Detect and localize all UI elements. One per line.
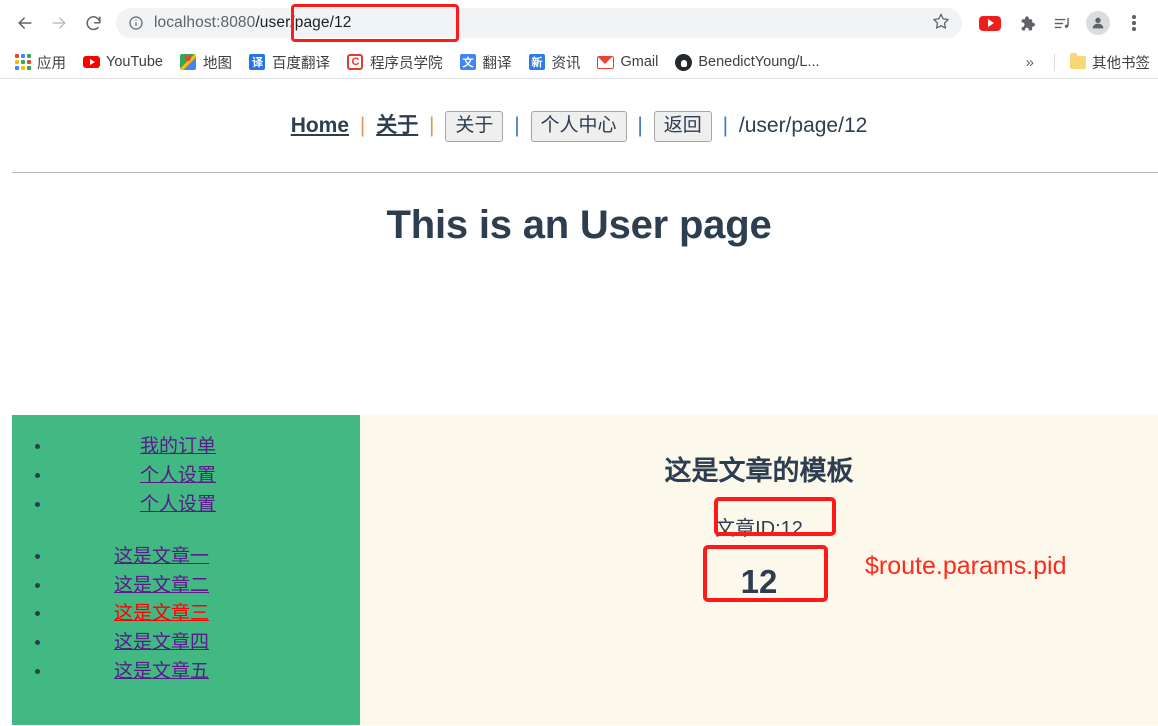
bookmarks-divider	[1054, 53, 1055, 71]
bookmark-label: 程序员学院	[369, 55, 443, 72]
list-item: 个人设置	[52, 491, 360, 520]
sidebar-item-my-orders[interactable]: 我的订单	[140, 436, 216, 457]
extensions-puzzle-icon[interactable]	[1010, 7, 1042, 39]
nav-separator: |	[722, 113, 729, 137]
nav-separator: |	[637, 113, 643, 137]
bookmark-baidu-translate[interactable]: 译 百度翻译	[249, 52, 330, 73]
bookmark-github[interactable]: BenedictYoung/L...	[675, 53, 820, 71]
google-maps-icon	[180, 54, 197, 71]
bookmarks-overflow-area: » 其他书签	[1020, 52, 1150, 73]
page-title: This is an User page	[386, 202, 772, 247]
page-viewport: Home | 关于 | 关于 | 个人中心 | 返回 | /user/page/…	[0, 79, 1158, 725]
list-item: 这是文章一	[52, 543, 360, 572]
address-bar[interactable]: localhost:8080/user/page/12	[116, 8, 962, 38]
route-params-annotation-label: $route.params.pid	[865, 552, 1067, 580]
gmail-icon	[597, 54, 615, 71]
user-layout: 我的订单 个人设置 个人设置 这是文章一 这是文章二 这是文章三	[12, 415, 1158, 725]
user-sidebar: 我的订单 个人设置 个人设置 这是文章一 这是文章二 这是文章三	[12, 415, 360, 725]
nav-separator: |	[429, 113, 435, 137]
back-button[interactable]	[8, 6, 42, 40]
folder-icon	[1069, 52, 1086, 71]
youtube-icon	[83, 54, 100, 71]
sidebar-item-article-2[interactable]: 这是文章二	[114, 575, 209, 596]
bookmark-label: 应用	[37, 55, 66, 72]
bookmark-maps[interactable]: 地图	[180, 52, 232, 73]
star-icon[interactable]	[922, 12, 950, 35]
sidebar-item-article-3-active[interactable]: 这是文章三	[114, 603, 209, 624]
apps-grid-icon	[14, 54, 31, 71]
url-path: /user/page/12	[255, 14, 352, 31]
app-nav: Home | 关于 | 关于 | 个人中心 | 返回 | /user/page/…	[0, 79, 1158, 142]
nav-separator: |	[514, 113, 520, 137]
about-button[interactable]: 关于	[445, 111, 504, 142]
csdn-icon: C	[347, 54, 364, 71]
forward-arrow-icon	[49, 13, 69, 33]
nav-separator: |	[359, 113, 366, 137]
baidu-translate-icon: 译	[249, 54, 266, 71]
youtube-icon[interactable]	[974, 7, 1006, 39]
bookmark-label: 翻译	[482, 55, 512, 72]
bookmark-youtube[interactable]: YouTube	[83, 54, 163, 71]
list-item: 我的订单	[52, 433, 360, 462]
nav-link-about[interactable]: 关于	[376, 114, 418, 137]
article-template-title: 这是文章的模板	[664, 456, 854, 486]
google-translate-glyph: 文	[459, 54, 476, 70]
bookmark-label: 资讯	[551, 55, 581, 72]
bookmark-csdn[interactable]: C 程序员学院	[347, 52, 443, 73]
list-item: 这是文章五	[52, 658, 360, 687]
github-icon	[675, 53, 693, 71]
sidebar-item-article-5[interactable]: 这是文章五	[114, 661, 209, 682]
baidu-translate-glyph: 译	[249, 54, 266, 70]
bookmark-label: 地图	[202, 55, 232, 72]
current-route-path: /user/page/12	[738, 113, 868, 137]
article-id-text: 文章ID:12	[715, 518, 803, 540]
other-bookmarks-label: 其他书签	[1092, 55, 1150, 72]
list-item: 这是文章四	[52, 629, 360, 658]
back-arrow-icon	[15, 13, 35, 33]
bookmarks-overflow-button[interactable]: »	[1020, 54, 1040, 71]
site-info-icon[interactable]	[128, 15, 144, 31]
bookmarks-bar: 应用 YouTube 地图 译 百度翻译 C 程序员学院 文 翻译 新 资讯 G…	[0, 46, 1158, 79]
bookmark-label: 百度翻译	[271, 55, 330, 72]
list-item: 这是文章二	[52, 572, 360, 601]
forward-button[interactable]	[42, 6, 76, 40]
bookmark-label: Gmail	[620, 54, 659, 70]
article-panel: 这是文章的模板 文章ID:12 12 $route.params.pid	[360, 415, 1158, 725]
other-bookmarks-folder[interactable]: 其他书签	[1069, 52, 1150, 73]
sidebar-list: 我的订单 个人设置 个人设置 这是文章一 这是文章二 这是文章三	[12, 433, 360, 687]
back-button-page[interactable]: 返回	[653, 111, 712, 142]
csdn-glyph: C	[347, 54, 364, 70]
google-news-glyph: 新	[528, 54, 545, 70]
google-translate-icon: 文	[459, 54, 476, 71]
bookmark-gmail[interactable]: Gmail	[597, 54, 658, 71]
reload-button[interactable]	[76, 6, 110, 40]
nav-link-home[interactable]: Home	[291, 114, 349, 137]
bookmark-news[interactable]: 新 资讯	[528, 52, 580, 73]
sidebar-item-article-1[interactable]: 这是文章一	[114, 546, 209, 567]
profile-avatar-icon[interactable]	[1082, 7, 1114, 39]
sidebar-item-profile-settings-2[interactable]: 个人设置	[140, 494, 216, 515]
bookmark-label: BenedictYoung/L...	[698, 54, 820, 70]
browser-toolbar: localhost:8080/user/page/12	[0, 0, 1158, 46]
sidebar-item-profile-settings-1[interactable]: 个人设置	[140, 465, 216, 486]
list-item: 这是文章三	[52, 600, 360, 629]
user-center-button[interactable]: 个人中心	[530, 111, 627, 142]
three-dot-menu-icon[interactable]	[1118, 7, 1150, 39]
list-item: 个人设置	[52, 462, 360, 491]
sidebar-item-article-4[interactable]: 这是文章四	[114, 632, 209, 653]
bookmark-google-translate[interactable]: 文 翻译	[459, 52, 511, 73]
browser-action-icons	[970, 7, 1150, 39]
google-news-icon: 新	[528, 54, 545, 71]
bookmark-label: YouTube	[106, 54, 163, 70]
url-host: localhost:8080	[154, 14, 256, 31]
bookmark-apps[interactable]: 应用	[14, 52, 66, 73]
sidebar-gap	[52, 520, 360, 543]
nav-divider	[12, 171, 1158, 173]
media-playlist-icon[interactable]	[1046, 7, 1078, 39]
reload-icon	[84, 14, 103, 33]
